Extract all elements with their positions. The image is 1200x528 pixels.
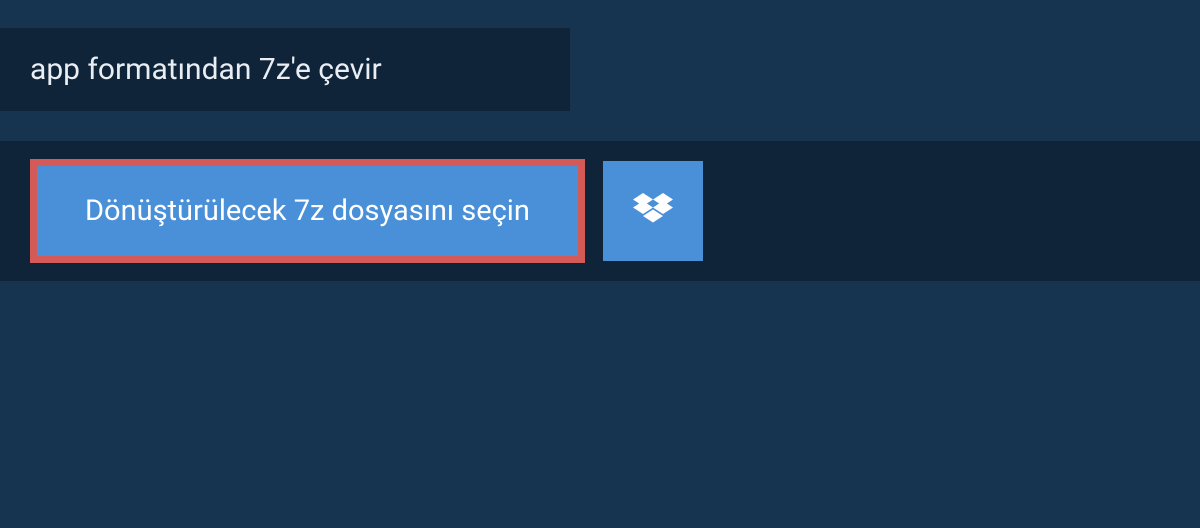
header-bar: app formatından 7z'e çevir: [0, 28, 570, 111]
dropbox-button[interactable]: [603, 161, 703, 261]
page-title: app formatından 7z'e çevir: [30, 52, 540, 87]
select-file-button[interactable]: Dönüştürülecek 7z dosyasını seçin: [30, 159, 585, 263]
dropbox-icon: [633, 193, 673, 229]
action-panel: Dönüştürülecek 7z dosyasını seçin: [0, 141, 1200, 281]
